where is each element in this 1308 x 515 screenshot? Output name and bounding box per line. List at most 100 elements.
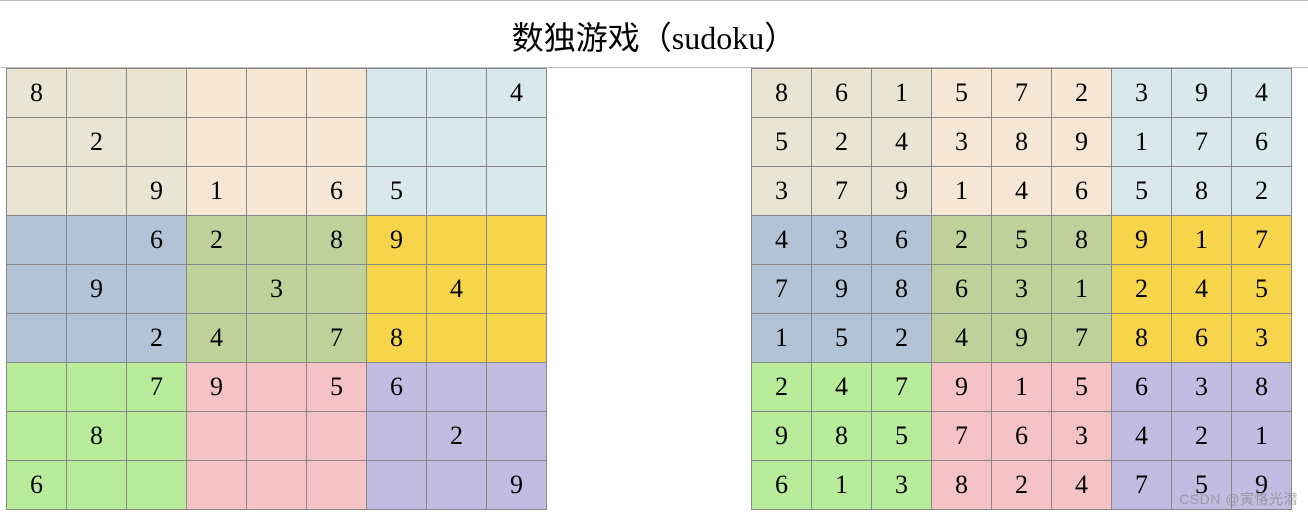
puzzle-cell: 4 [487, 69, 547, 118]
puzzle-cell [7, 412, 67, 461]
solution-cell: 2 [1232, 167, 1292, 216]
puzzle-cell: 6 [127, 216, 187, 265]
solution-row: 985763421 [752, 412, 1292, 461]
solution-cell: 7 [1112, 461, 1172, 510]
solution-cell: 3 [872, 461, 932, 510]
puzzle-cell [427, 69, 487, 118]
puzzle-cell [247, 412, 307, 461]
solution-cell: 4 [1172, 265, 1232, 314]
puzzle-cell [187, 265, 247, 314]
puzzle-cell: 9 [487, 461, 547, 510]
solution-cell: 7 [992, 69, 1052, 118]
solution-row: 524389176 [752, 118, 1292, 167]
solution-cell: 7 [752, 265, 812, 314]
solution-cell: 5 [872, 412, 932, 461]
puzzle-cell [7, 314, 67, 363]
puzzle-cell: 9 [127, 167, 187, 216]
solution-cell: 8 [872, 265, 932, 314]
solution-cell: 4 [1052, 461, 1112, 510]
puzzle-cell: 8 [367, 314, 427, 363]
puzzle-row: 2478 [7, 314, 547, 363]
puzzle-cell [7, 216, 67, 265]
solution-cell: 8 [1172, 167, 1232, 216]
solution-cell: 3 [812, 216, 872, 265]
solution-row: 247915638 [752, 363, 1292, 412]
puzzle-row: 84 [7, 69, 547, 118]
solution-cell: 9 [872, 167, 932, 216]
solution-cell: 1 [812, 461, 872, 510]
puzzle-cell [247, 314, 307, 363]
puzzle-cell: 9 [367, 216, 427, 265]
solution-cell: 1 [932, 167, 992, 216]
solution-row: 152497863 [752, 314, 1292, 363]
puzzle-cell [427, 314, 487, 363]
solution-cell: 7 [932, 412, 992, 461]
puzzle-cell [127, 118, 187, 167]
puzzle-cell: 3 [247, 265, 307, 314]
solution-cell: 9 [1232, 461, 1292, 510]
solution-cell: 1 [1172, 216, 1232, 265]
puzzle-cell [7, 265, 67, 314]
solution-cell: 3 [1232, 314, 1292, 363]
solution-cell: 1 [1232, 412, 1292, 461]
puzzle-row: 7956 [7, 363, 547, 412]
solution-cell: 3 [992, 265, 1052, 314]
puzzle-cell [7, 118, 67, 167]
solution-cell: 9 [1112, 216, 1172, 265]
puzzle-cell: 5 [307, 363, 367, 412]
solution-cell: 2 [932, 216, 992, 265]
solution-cell: 9 [752, 412, 812, 461]
solution-cell: 3 [1052, 412, 1112, 461]
puzzle-cell [307, 461, 367, 510]
puzzle-cell: 2 [127, 314, 187, 363]
puzzle-cell [7, 363, 67, 412]
puzzle-cell: 2 [427, 412, 487, 461]
solution-cell: 6 [932, 265, 992, 314]
solution-cell: 2 [1112, 265, 1172, 314]
solution-cell: 8 [932, 461, 992, 510]
puzzle-cell [247, 118, 307, 167]
puzzle-cell [127, 461, 187, 510]
puzzle-cell [67, 363, 127, 412]
puzzle-cell: 7 [307, 314, 367, 363]
puzzle-row: 934 [7, 265, 547, 314]
solution-cell: 2 [1172, 412, 1232, 461]
solution-cell: 4 [992, 167, 1052, 216]
puzzle-cell: 6 [7, 461, 67, 510]
solution-cell: 5 [1232, 265, 1292, 314]
solution-cell: 5 [932, 69, 992, 118]
puzzle-cell [187, 69, 247, 118]
puzzle-cell [247, 363, 307, 412]
solution-cell: 3 [1112, 69, 1172, 118]
solution-cell: 9 [932, 363, 992, 412]
solution-cell: 7 [872, 363, 932, 412]
puzzle-row: 2 [7, 118, 547, 167]
solution-cell: 7 [1232, 216, 1292, 265]
solution-cell: 7 [812, 167, 872, 216]
solution-cell: 8 [992, 118, 1052, 167]
puzzle-cell [247, 461, 307, 510]
puzzle-cell [67, 216, 127, 265]
puzzle-cell [487, 167, 547, 216]
puzzle-cell [7, 167, 67, 216]
solution-cell: 8 [1232, 363, 1292, 412]
solution-cell: 1 [752, 314, 812, 363]
puzzle-cell [427, 118, 487, 167]
solution-cell: 8 [812, 412, 872, 461]
solution-cell: 6 [812, 69, 872, 118]
solution-cell: 2 [812, 118, 872, 167]
puzzle-cell [127, 265, 187, 314]
puzzle-cell [127, 412, 187, 461]
puzzle-cell [127, 69, 187, 118]
solution-cell: 5 [1112, 167, 1172, 216]
solution-cell: 9 [1172, 69, 1232, 118]
puzzle-cell [487, 314, 547, 363]
solution-cell: 8 [752, 69, 812, 118]
solution-cell: 8 [1112, 314, 1172, 363]
puzzle-row: 9165 [7, 167, 547, 216]
puzzle-cell: 8 [67, 412, 127, 461]
puzzle-cell [187, 118, 247, 167]
puzzle-cell [427, 461, 487, 510]
solution-cell: 6 [752, 461, 812, 510]
solution-cell: 2 [992, 461, 1052, 510]
